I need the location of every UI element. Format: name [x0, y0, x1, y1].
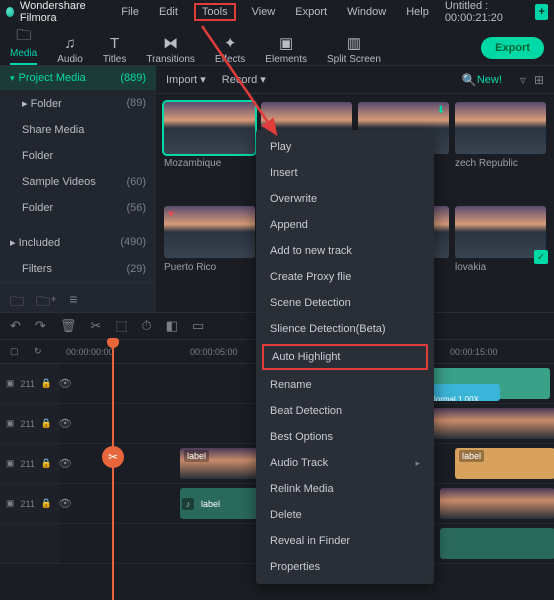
- tab-media[interactable]: 🗀Media: [10, 28, 37, 65]
- ctx-audio-track[interactable]: Audio Track▸: [256, 450, 434, 476]
- new-bin-icon[interactable]: 🗀⁺: [36, 291, 57, 312]
- import-dropdown[interactable]: Import ▾: [166, 73, 206, 86]
- cut-icon[interactable]: ✂: [90, 318, 101, 334]
- folder-icon: 🗀: [16, 28, 31, 46]
- filter-icon[interactable]: ▿: [520, 73, 526, 87]
- tab-transitions[interactable]: ⧓Transitions: [146, 34, 195, 65]
- sidebar-item-share-media[interactable]: Share Media: [0, 117, 156, 143]
- chevron-right-icon: ▸: [415, 458, 420, 469]
- ctx-auto-highlight[interactable]: Auto Highlight: [262, 344, 428, 370]
- menu-view[interactable]: View: [248, 4, 280, 20]
- elements-icon: ▣: [279, 34, 293, 52]
- new-folder-icon[interactable]: 🗀: [10, 291, 24, 312]
- menu-file[interactable]: File: [117, 4, 143, 20]
- ruler-marker-icon[interactable]: ▢: [10, 346, 19, 357]
- ctx-best-options[interactable]: Best Options: [256, 424, 434, 450]
- ctx-add-to-new-track[interactable]: Add to new track: [256, 238, 434, 264]
- add-button[interactable]: +: [535, 4, 548, 20]
- music-icon: ♫: [64, 34, 75, 52]
- split-scissors-icon[interactable]: ✂: [102, 446, 124, 468]
- lock-icon[interactable]: 🔒: [41, 378, 52, 389]
- menu-window[interactable]: Window: [343, 4, 390, 20]
- tab-split-screen[interactable]: ▥Split Screen: [327, 34, 381, 65]
- ctx-overwrite[interactable]: Overwrite: [256, 186, 434, 212]
- export-button[interactable]: Export: [481, 37, 544, 59]
- context-menu: Play Insert Overwrite Append Add to new …: [256, 130, 434, 584]
- split-icon: ▥: [347, 34, 361, 52]
- media-clip[interactable]: zech Republic: [455, 102, 546, 200]
- ruler-loop-icon[interactable]: ↻: [34, 346, 42, 357]
- playlist-icon[interactable]: ≡: [69, 291, 77, 312]
- transitions-icon: ⧓: [163, 34, 178, 52]
- tab-titles[interactable]: TTitles: [103, 34, 127, 65]
- media-clip[interactable]: Mozambique: [164, 102, 255, 200]
- ctx-rename[interactable]: Rename: [256, 372, 434, 398]
- ctx-play[interactable]: Play: [256, 134, 434, 160]
- record-dropdown[interactable]: Record ▾: [222, 73, 266, 86]
- menu-edit[interactable]: Edit: [155, 4, 182, 20]
- lock-icon[interactable]: 🔒: [41, 498, 52, 509]
- sidebar-item-folder[interactable]: Folder: [0, 143, 156, 169]
- sidebar: ▾Project Media (889) ▸ Folder(89) Share …: [0, 66, 156, 312]
- ctx-reveal-in-finder[interactable]: Reveal in Finder: [256, 528, 434, 554]
- download-icon: ⬇: [437, 105, 445, 116]
- app-logo-icon: [6, 7, 14, 17]
- check-icon: ✓: [534, 250, 548, 264]
- track-toggle-icon[interactable]: ▣: [6, 458, 15, 469]
- sidebar-item-folder[interactable]: ▸ Folder(89): [0, 90, 156, 117]
- effects-icon: ✦: [224, 34, 237, 52]
- document-title: Untitled : 00:00:21:20: [445, 0, 528, 24]
- crop-icon[interactable]: ⬚: [115, 318, 127, 334]
- ctx-scene-detection[interactable]: Scene Detection: [256, 290, 434, 316]
- sidebar-filters[interactable]: Filters(29): [0, 256, 156, 282]
- ctx-relink-media[interactable]: Relink Media: [256, 476, 434, 502]
- text-icon: T: [110, 34, 119, 52]
- sidebar-project-media[interactable]: ▾Project Media (889): [0, 66, 156, 90]
- sidebar-included[interactable]: ▸ Included(490): [0, 229, 156, 256]
- menu-help[interactable]: Help: [402, 4, 433, 20]
- sidebar-item-sample-videos[interactable]: Sample Videos(60): [0, 169, 156, 195]
- undo-icon[interactable]: ↶: [10, 318, 21, 334]
- tab-audio[interactable]: ♫Audio: [57, 34, 83, 65]
- ctx-beat-detection[interactable]: Beat Detection: [256, 398, 434, 424]
- lock-icon[interactable]: 🔒: [41, 458, 52, 469]
- ctx-silence-detection[interactable]: Slience Detection(Beta): [256, 316, 434, 342]
- music-note-icon: ♪: [182, 498, 194, 510]
- heart-icon: ♥: [168, 209, 174, 220]
- green-screen-icon[interactable]: ▭: [192, 318, 204, 334]
- playhead[interactable]: [112, 340, 114, 600]
- ctx-append[interactable]: Append: [256, 212, 434, 238]
- track-toggle-icon[interactable]: ▣: [6, 418, 15, 429]
- speed-icon[interactable]: ⏱: [142, 318, 152, 334]
- redo-icon[interactable]: ↷: [35, 318, 46, 334]
- ctx-properties[interactable]: Properties: [256, 554, 434, 580]
- delete-icon[interactable]: 🗑: [60, 318, 77, 334]
- menu-tools[interactable]: Tools: [194, 3, 236, 21]
- new-badge: New!: [477, 74, 502, 86]
- tab-effects[interactable]: ✦Effects: [215, 34, 245, 65]
- sidebar-item-folder[interactable]: Folder(56): [0, 195, 156, 221]
- grid-view-icon[interactable]: ⊞: [534, 73, 544, 87]
- chevron-down-icon: ▾: [10, 73, 15, 83]
- menu-export[interactable]: Export: [291, 4, 331, 20]
- tab-elements[interactable]: ▣Elements: [265, 34, 307, 65]
- track-toggle-icon[interactable]: ▣: [6, 378, 15, 389]
- search-icon[interactable]: 🔍: [462, 73, 477, 87]
- lock-icon[interactable]: 🔒: [41, 418, 52, 429]
- app-name: Wondershare Filmora: [20, 0, 103, 24]
- ctx-create-proxy-file[interactable]: Create Proxy flie: [256, 264, 434, 290]
- ctx-insert[interactable]: Insert: [256, 160, 434, 186]
- media-clip[interactable]: ♥Puerto Rico: [164, 206, 255, 304]
- media-clip[interactable]: ✓lovakia: [455, 206, 546, 304]
- track-toggle-icon[interactable]: ▣: [6, 498, 15, 509]
- color-icon[interactable]: ◧: [166, 318, 178, 334]
- ctx-delete[interactable]: Delete: [256, 502, 434, 528]
